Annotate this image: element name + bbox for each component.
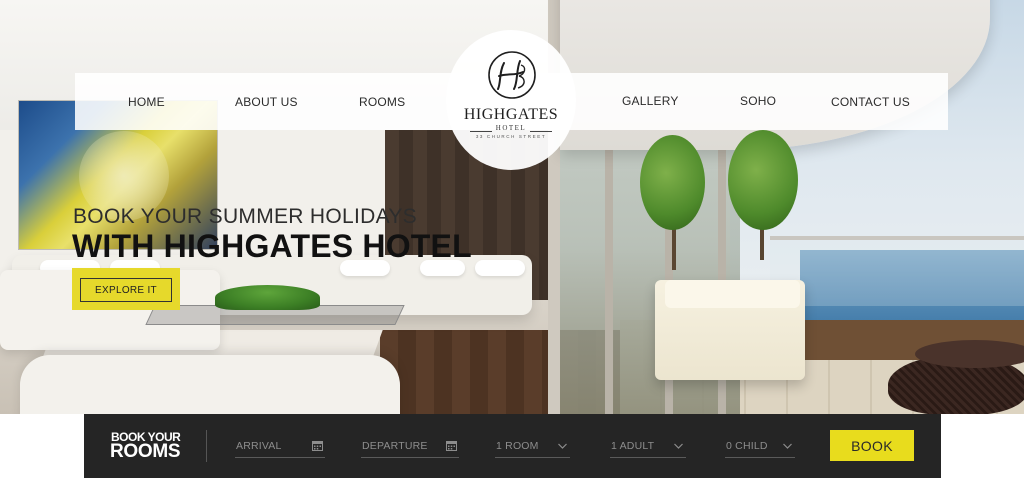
hero-heading: WITH HIGHGATES HOTEL: [72, 228, 472, 264]
hero-subheading: BOOK YOUR SUMMER HOLIDAYS: [73, 205, 417, 228]
children-select[interactable]: 0 CHILD: [725, 438, 795, 458]
departure-placeholder: DEPARTURE: [362, 440, 428, 452]
tree: [640, 135, 705, 230]
chevron-down-icon: [674, 443, 683, 449]
explore-button[interactable]: EXPLORE IT: [80, 278, 172, 302]
plant-bowl: [215, 285, 320, 310]
glass-railing: [770, 236, 1024, 306]
nav-about-us[interactable]: ABOUT US: [235, 95, 298, 109]
calendar-icon: [446, 441, 457, 451]
rooms-value: 1 ROOM: [496, 440, 539, 452]
chevron-down-icon: [783, 443, 792, 449]
nav-contact-us[interactable]: CONTACT US: [831, 95, 910, 109]
calendar-icon: [312, 441, 323, 451]
nav-soho[interactable]: SOHO: [740, 94, 776, 108]
logo-name: HIGHGATES: [463, 106, 559, 123]
nav-home[interactable]: HOME: [128, 95, 165, 109]
armchair: [20, 355, 400, 414]
booking-title: ROOMS: [110, 441, 181, 462]
adults-select[interactable]: 1 ADULT: [610, 438, 686, 458]
arrival-placeholder: ARRIVAL: [236, 440, 282, 452]
nav-rooms[interactable]: ROOMS: [359, 95, 405, 109]
nav-gallery[interactable]: GALLERY: [622, 94, 679, 108]
lounger-cushion: [665, 280, 800, 308]
wicker-stool: [915, 340, 1024, 368]
monogram-icon: [488, 51, 536, 99]
adults-value: 1 ADULT: [611, 440, 655, 452]
logo-address: 33 CHURCH STREET: [475, 134, 547, 139]
cushion: [475, 260, 525, 276]
departure-field[interactable]: DEPARTURE: [361, 438, 459, 458]
logo-subtitle: HOTEL: [495, 124, 527, 132]
booking-divider: [206, 430, 207, 462]
arrival-field[interactable]: ARRIVAL: [235, 438, 325, 458]
rooms-select[interactable]: 1 ROOM: [495, 438, 570, 458]
book-button[interactable]: BOOK: [830, 430, 914, 461]
tree: [728, 130, 798, 230]
chevron-down-icon: [558, 443, 567, 449]
children-value: 0 CHILD: [726, 440, 768, 452]
